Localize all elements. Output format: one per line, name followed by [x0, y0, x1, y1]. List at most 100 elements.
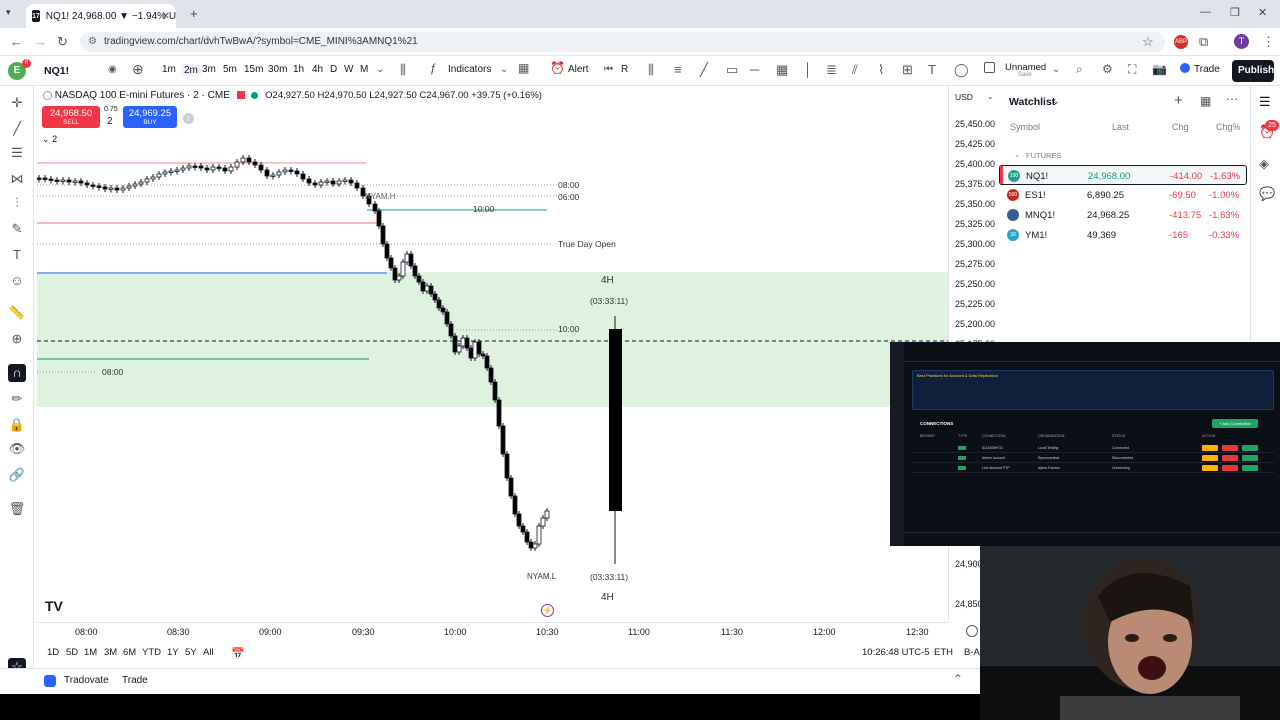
camera-icon[interactable]: 📷 [1152, 62, 1167, 76]
lightning-event-icon[interactable]: ⚡ [541, 604, 554, 617]
currency-label[interactable]: USD [955, 92, 973, 102]
trendline-icon[interactable]: ╱ [8, 120, 26, 138]
overlay-action-button[interactable] [1242, 455, 1258, 461]
indicators-icon[interactable]: ƒ [430, 61, 437, 75]
crosshair-icon[interactable]: ✛ [8, 94, 26, 112]
reload-icon[interactable]: ↻ [57, 34, 68, 50]
range-3M[interactable]: 3M [104, 647, 117, 658]
abp-extension-icon[interactable]: ABP [1174, 35, 1188, 49]
replay-icon[interactable]: ⏮ [604, 64, 613, 75]
compare-add-icon[interactable]: ⊕ [132, 61, 144, 78]
interval-3m[interactable]: 3m [202, 64, 216, 75]
overlay-action-button[interactable] [1242, 465, 1258, 471]
text-tool-icon[interactable]: T [8, 246, 26, 264]
url-field[interactable]: ⚙ tradingview.com/chart/dvhTwBwA/?symbol… [80, 32, 1165, 52]
tab-search-icon[interactable]: ▾ [6, 7, 11, 18]
replay-button[interactable]: R [621, 64, 628, 75]
search-icon[interactable]: ⌕ [1076, 62, 1083, 77]
lines-icon[interactable]: ≡ [674, 62, 682, 77]
interval-M[interactable]: M [360, 64, 368, 75]
profile-avatar[interactable]: T [1234, 34, 1249, 49]
section-futures[interactable]: FUTURES [1026, 151, 1061, 160]
watchlist-title[interactable]: Watchlist [1009, 96, 1055, 108]
overlay-add-connection-button[interactable]: + Add Connection [1212, 419, 1258, 428]
order-qty[interactable]: 2 [107, 116, 113, 127]
interval-W[interactable]: W [344, 64, 353, 75]
layout-square-icon[interactable] [984, 62, 995, 73]
restore-icon[interactable]: ❐ [1230, 6, 1240, 19]
ruler-draw-icon[interactable]: ⫼ [648, 62, 654, 78]
grid-icon[interactable]: ▦ [776, 62, 788, 78]
interval-15m[interactable]: 15m [244, 64, 263, 75]
interval-5m[interactable]: 5m [223, 64, 237, 75]
chat-icon[interactable]: 💬 [1259, 186, 1275, 202]
fib-icon[interactable]: ☰ [8, 144, 26, 162]
eye-icon[interactable]: ◉ [108, 64, 117, 75]
brush-icon[interactable]: ✎ [8, 220, 26, 238]
interval-4h[interactable]: 4h [312, 64, 323, 75]
panel-expand-icon[interactable]: ⌃ [953, 672, 963, 686]
interval-dropdown-icon[interactable]: ⌄ [376, 64, 384, 75]
path-icon[interactable]: ⌇ [878, 62, 884, 78]
overlay-action-button[interactable] [1202, 465, 1218, 471]
link-icon[interactable]: 🔗 [8, 466, 26, 484]
fullscreen-icon[interactable]: ⛶ [1128, 62, 1136, 77]
menu-kebab-icon[interactable]: ⋮ [1262, 34, 1275, 50]
ruler-icon[interactable]: 📏 [8, 304, 26, 322]
indicators-toggle[interactable]: ⌄ 2 [42, 134, 64, 148]
trade-tab[interactable]: Trade [122, 675, 148, 686]
browser-tab[interactable]: 17 NQ1! 24,968.00 ▼ −1.94% Unn ✕ [26, 4, 176, 28]
range-5D[interactable]: 5D [66, 647, 78, 658]
watchlist-dropdown-icon[interactable]: ⌄ [1052, 96, 1060, 107]
pattern-icon[interactable]: ⋈ [8, 170, 26, 188]
broker-tab[interactable]: Tradovate [64, 675, 109, 686]
interval-D[interactable]: D [330, 64, 337, 75]
overlay-action-button[interactable] [1242, 445, 1258, 451]
time-axis[interactable]: 08:00 08:30 09:00 09:30 10:00 10:30 11:00 11:30… [37, 622, 948, 640]
watchlist-row[interactable]: 30 YM1! 49,369 -165 -0.33% [999, 225, 1247, 245]
watchlist-row[interactable]: 100 NQ1! 24,968.00 -414.00 -1.63% [999, 165, 1247, 185]
layers-icon[interactable]: ◈ [1259, 156, 1269, 172]
vline-icon[interactable]: │ [804, 62, 812, 77]
section-chevron-icon[interactable]: ⌄ [1014, 150, 1020, 159]
overlay-row[interactable]: Admin account Rymcrowdnar Disconnected [912, 454, 1274, 463]
circle-icon[interactable]: ◯ [954, 62, 969, 78]
col-symbol[interactable]: Symbol [1010, 122, 1040, 132]
lock-drawings-icon[interactable]: ✏ [8, 390, 26, 408]
overlay-action-button[interactable] [1202, 455, 1218, 461]
layout-dropdown-icon[interactable]: ⌄ [1052, 64, 1060, 75]
range-1D[interactable]: 1D [47, 647, 59, 658]
templates-icon[interactable]: ▦ [518, 61, 529, 75]
range-1M[interactable]: 1M [84, 647, 97, 658]
hline-icon[interactable]: ─ [750, 62, 759, 77]
forecast-icon[interactable]: ⫶ [8, 194, 26, 212]
sell-button[interactable]: 24,968.50 SELL [42, 106, 100, 128]
interval-30m[interactable]: 30m [268, 64, 287, 75]
alert-button[interactable]: Alert [568, 64, 589, 75]
col-chgp[interactable]: Chg% [1216, 122, 1241, 132]
currency-dropdown-icon[interactable]: ⌄ [987, 92, 994, 101]
add-symbol-icon[interactable]: + [1174, 92, 1183, 109]
extensions-icon[interactable]: ⧉ [1199, 34, 1208, 50]
clock[interactable]: 10:26:48 UTC-5 [862, 647, 930, 658]
rect-icon[interactable]: ▭ [726, 62, 738, 78]
forward-icon[interactable]: → [34, 34, 47, 49]
window-close-icon[interactable]: ✕ [1258, 6, 1267, 19]
back-icon[interactable]: ← [10, 34, 23, 49]
close-icon[interactable]: ✕ [162, 11, 170, 22]
chart-pane[interactable]: NASDAQ 100 E-mini Futures · 2 · CME O24,… [37, 86, 948, 622]
indicators-button[interactable]: Indicators [448, 64, 491, 75]
interval-1h[interactable]: 1h [293, 64, 304, 75]
range-6M[interactable]: 6M [123, 647, 136, 658]
publish-button[interactable]: Publish [1232, 60, 1274, 82]
advanced-view-icon[interactable]: ▦ [1200, 94, 1211, 108]
indicators-dropdown-icon[interactable]: ⌄ [500, 64, 508, 75]
alarm-icon[interactable]: ⏰ [550, 61, 565, 75]
visibility-icon[interactable]: 👁 [8, 440, 26, 458]
calendar-icon[interactable]: 📅 [231, 647, 245, 660]
watchlist-row[interactable]: 500 ES1! 6,890.25 -69.50 -1.00% [999, 185, 1247, 205]
bid-ask-toggle[interactable]: B-A [964, 647, 980, 658]
watchlist-row[interactable]: MNQ1! 24,968.25 -413.75 -1.63% [999, 205, 1247, 225]
watchlist-icon[interactable]: ☰ [1259, 94, 1271, 110]
trash-icon[interactable]: 🗑 [8, 500, 26, 518]
